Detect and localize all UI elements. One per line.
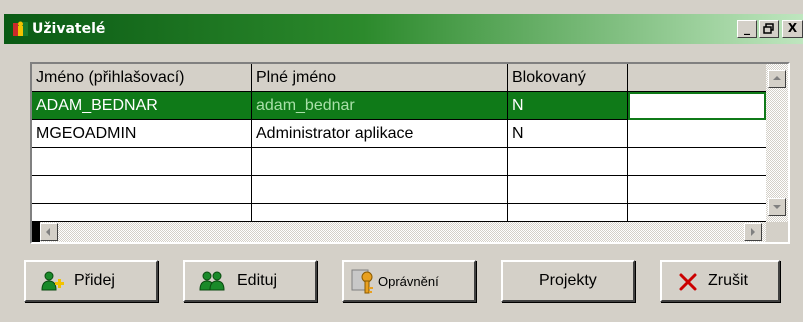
blocked-cell[interactable]: N — [508, 120, 628, 148]
empty-cell[interactable] — [628, 120, 766, 148]
users-grid: Jméno (přihlašovací) Plné jméno Blokovan… — [30, 62, 790, 244]
scroll-down-button[interactable] — [768, 198, 786, 216]
empty-row[interactable] — [32, 204, 766, 222]
arrow-right-icon — [751, 228, 755, 236]
scroll-up-button[interactable] — [768, 70, 786, 88]
maximize-button[interactable] — [759, 20, 779, 38]
key-permissions-icon — [351, 269, 373, 294]
column-header-login[interactable]: Jméno (přihlašovací) — [32, 64, 252, 92]
table-row[interactable]: ADAM_BEDNAR adam_bednar N — [32, 92, 766, 120]
cancel-button-label: Zrušit — [708, 272, 748, 289]
projects-button-label: Projekty — [539, 272, 597, 289]
add-user-icon — [41, 271, 64, 291]
full-name-cell[interactable]: adam_bednar — [252, 92, 508, 120]
focused-cell[interactable] — [628, 92, 766, 120]
empty-cell[interactable] — [628, 176, 766, 204]
arrow-down-icon — [773, 205, 781, 209]
add-button-label: Přidej — [74, 272, 115, 289]
empty-row[interactable] — [32, 176, 766, 204]
table-row[interactable]: MGEOADMIN Administrator aplikace N — [32, 120, 766, 148]
close-button[interactable]: X — [782, 20, 803, 38]
scroll-right-button[interactable] — [744, 223, 762, 241]
edit-user-icon — [199, 271, 225, 291]
horizontal-scrollbar[interactable] — [32, 222, 766, 242]
grid-cells: Jméno (přihlašovací) Plné jméno Blokovan… — [32, 64, 766, 222]
edit-button-label: Edituj — [237, 272, 278, 289]
login-cell[interactable]: ADAM_BEDNAR — [32, 92, 252, 120]
empty-cell[interactable] — [508, 148, 628, 176]
empty-cell[interactable] — [32, 148, 252, 176]
column-header-empty — [628, 64, 766, 92]
login-cell[interactable]: MGEOADMIN — [32, 120, 252, 148]
add-button[interactable]: Přidej — [24, 260, 158, 302]
cross-icon — [679, 273, 697, 291]
empty-cell[interactable] — [252, 176, 508, 204]
scrollbar-corner — [766, 222, 788, 242]
permissions-button[interactable]: Oprávnění — [342, 260, 476, 302]
restore-icon — [763, 23, 774, 34]
empty-cell[interactable] — [252, 204, 508, 222]
scroll-left-button[interactable] — [40, 223, 58, 241]
permissions-button-label: Oprávnění — [378, 274, 439, 289]
empty-cell[interactable] — [32, 176, 252, 204]
empty-cell[interactable] — [628, 148, 766, 176]
empty-cell[interactable] — [628, 204, 766, 222]
scroll-thumb[interactable] — [32, 222, 40, 242]
title-bar[interactable]: Uživatelé _ X — [4, 14, 803, 44]
empty-cell[interactable] — [32, 204, 252, 222]
vertical-scrollbar[interactable] — [766, 64, 788, 222]
cancel-button[interactable]: Zrušit — [660, 260, 780, 302]
users-window: Uživatelé _ X Jméno (přihlašovací) Plné … — [0, 0, 803, 322]
blocked-cell[interactable]: N — [508, 92, 628, 120]
empty-row[interactable] — [32, 148, 766, 176]
projects-button[interactable]: Projekty — [501, 260, 635, 302]
empty-cell[interactable] — [508, 176, 628, 204]
full-name-cell[interactable]: Administrator aplikace — [252, 120, 508, 148]
window-title: Uživatelé — [32, 21, 106, 37]
column-header-blocked[interactable]: Blokovaný — [508, 64, 628, 92]
arrow-up-icon — [773, 76, 781, 80]
table-header: Jméno (přihlašovací) Plné jméno Blokovan… — [32, 64, 766, 92]
users-app-icon — [13, 21, 28, 36]
minimize-button[interactable]: _ — [737, 20, 757, 38]
arrow-left-icon — [46, 228, 50, 236]
edit-button[interactable]: Edituj — [183, 260, 317, 302]
empty-cell[interactable] — [508, 204, 628, 222]
empty-cell[interactable] — [252, 148, 508, 176]
column-header-full-name[interactable]: Plné jméno — [252, 64, 508, 92]
